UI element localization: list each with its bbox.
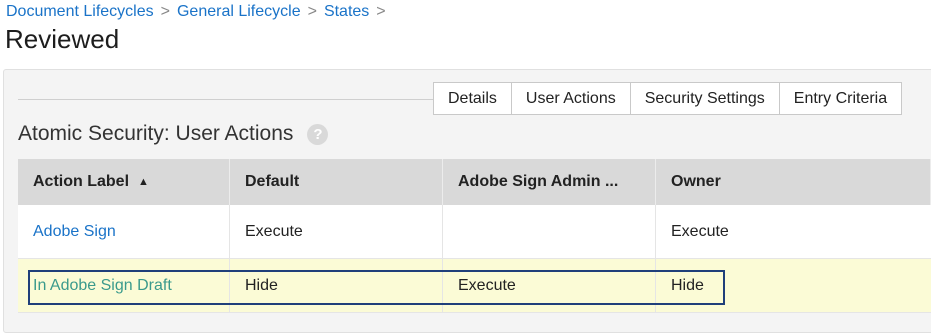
breadcrumb: Document Lifecycles > General Lifecycle > St…: [6, 3, 393, 21]
tab-security-settings[interactable]: Security Settings: [629, 82, 779, 115]
breadcrumb-general-lifecycle[interactable]: General Lifecycle: [177, 3, 301, 20]
user-actions-table: Action Label ▲ Default Adobe Sign Admin …: [18, 159, 931, 313]
tab-divider: [18, 99, 438, 100]
help-icon[interactable]: ?: [307, 123, 329, 145]
adobe-sign-admin-cell[interactable]: [443, 205, 656, 258]
breadcrumb-separator: >: [307, 3, 317, 20]
owner-cell[interactable]: Execute: [656, 205, 931, 258]
column-header-owner[interactable]: Owner: [656, 159, 931, 205]
table-row: Adobe Sign Execute Execute: [18, 205, 931, 259]
default-cell[interactable]: Execute: [230, 205, 443, 258]
default-cell[interactable]: Hide: [230, 259, 443, 312]
sort-ascending-icon[interactable]: ▲: [138, 176, 149, 188]
column-header-label: Action Label: [33, 173, 130, 190]
owner-cell[interactable]: Hide: [656, 259, 931, 312]
page-title: Reviewed: [5, 24, 120, 54]
section-title: Atomic Security: User Actions: [18, 122, 294, 145]
table-row-highlighted: In Adobe Sign Draft Hide Execute Hide: [18, 259, 931, 313]
action-label-cell: Adobe Sign: [18, 205, 230, 258]
table-header-row: Action Label ▲ Default Adobe Sign Admin …: [18, 159, 931, 205]
breadcrumb-separator: >: [160, 3, 170, 20]
tab-details[interactable]: Details: [433, 82, 511, 115]
column-header-default[interactable]: Default: [230, 159, 443, 205]
breadcrumb-document-lifecycles[interactable]: Document Lifecycles: [6, 3, 154, 20]
tab-entry-criteria[interactable]: Entry Criteria: [778, 82, 903, 115]
action-label-cell: In Adobe Sign Draft: [18, 259, 230, 312]
column-header-adobe-sign-admin[interactable]: Adobe Sign Admin ...: [443, 159, 656, 205]
section-title-wrap: Atomic Security: User Actions ?: [18, 122, 329, 146]
column-header-action-label[interactable]: Action Label ▲: [18, 159, 230, 205]
adobe-sign-admin-cell[interactable]: Execute: [443, 259, 656, 312]
breadcrumb-separator: >: [376, 3, 386, 20]
action-link-adobe-sign[interactable]: Adobe Sign: [33, 223, 116, 241]
tab-bar: Details User Actions Security Settings E…: [433, 82, 903, 115]
breadcrumb-states[interactable]: States: [324, 3, 369, 20]
tab-user-actions[interactable]: User Actions: [510, 82, 630, 115]
action-link-in-adobe-sign-draft[interactable]: In Adobe Sign Draft: [33, 277, 172, 295]
